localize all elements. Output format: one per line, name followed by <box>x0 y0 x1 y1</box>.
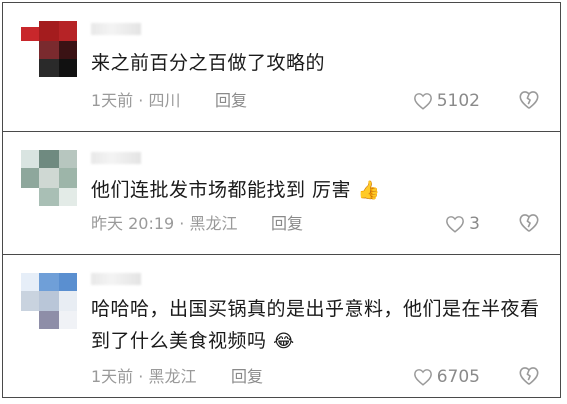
comment-text-content: 他们连批发市场都能找到 厉害 <box>91 179 352 201</box>
username-blurred[interactable] <box>91 152 141 164</box>
reply-button[interactable]: 回复 <box>231 365 263 389</box>
dislike-button[interactable] <box>518 89 542 113</box>
comment-item: 来之前百分之百做了攻略的 1天前 · 四川 回复 5102 <box>3 3 560 131</box>
comment-text: 来之前百分之百做了攻略的 <box>91 47 540 79</box>
broken-heart-icon <box>518 367 540 391</box>
dislike-button[interactable] <box>518 212 542 236</box>
laughing-tears-emoji: 😂 <box>273 331 295 352</box>
comment-text-content: 来之前百分之百做了攻略的 <box>91 52 326 74</box>
like-button[interactable]: 5102 <box>413 89 480 113</box>
comment-meta: 1天前 · 黑龙江 回复 6705 <box>91 365 542 389</box>
time-location: 1天前 · 四川 <box>91 91 181 110</box>
avatar[interactable] <box>21 273 77 329</box>
comment-meta: 1天前 · 四川 回复 5102 <box>91 89 542 113</box>
comment-text: 他们连批发市场都能找到 厉害 👍 <box>91 174 540 207</box>
comment-item: 哈哈哈，出国买锅真的是出乎意料，他们是在半夜看到了什么美食视频吗 😂 1天前 ·… <box>3 254 560 399</box>
like-count: 5102 <box>436 91 480 111</box>
reply-button[interactable]: 回复 <box>215 89 247 113</box>
like-button[interactable]: 6705 <box>413 365 480 389</box>
broken-heart-icon <box>518 214 540 238</box>
comment-item: 他们连批发市场都能找到 厉害 👍 昨天 20:19 · 黑龙江 回复 3 <box>3 131 560 255</box>
avatar[interactable] <box>21 150 77 206</box>
like-button[interactable]: 3 <box>445 212 480 236</box>
time-location: 昨天 20:19 · 黑龙江 <box>91 214 238 233</box>
heart-outline-icon <box>413 368 433 386</box>
username-blurred[interactable] <box>91 23 141 35</box>
dislike-button[interactable] <box>518 365 542 389</box>
broken-heart-icon <box>518 91 540 115</box>
comment-text: 哈哈哈，出国买锅真的是出乎意料，他们是在半夜看到了什么美食视频吗 😂 <box>91 293 540 358</box>
reply-button[interactable]: 回复 <box>271 212 303 236</box>
username-blurred[interactable] <box>91 273 141 285</box>
heart-outline-icon <box>445 215 465 233</box>
comment-text-content: 哈哈哈，出国买锅真的是出乎意料，他们是在半夜看到了什么美食视频吗 <box>91 298 540 352</box>
comment-list: 来之前百分之百做了攻略的 1天前 · 四川 回复 5102 他们连批发市场都能找… <box>2 2 561 398</box>
thumbs-up-emoji: 👍 <box>357 180 381 201</box>
time-location: 1天前 · 黑龙江 <box>91 367 197 386</box>
avatar[interactable] <box>21 21 77 77</box>
like-count: 3 <box>469 214 480 234</box>
like-count: 6705 <box>436 367 480 387</box>
comment-meta: 昨天 20:19 · 黑龙江 回复 3 <box>91 212 542 236</box>
heart-outline-icon <box>413 92 433 110</box>
